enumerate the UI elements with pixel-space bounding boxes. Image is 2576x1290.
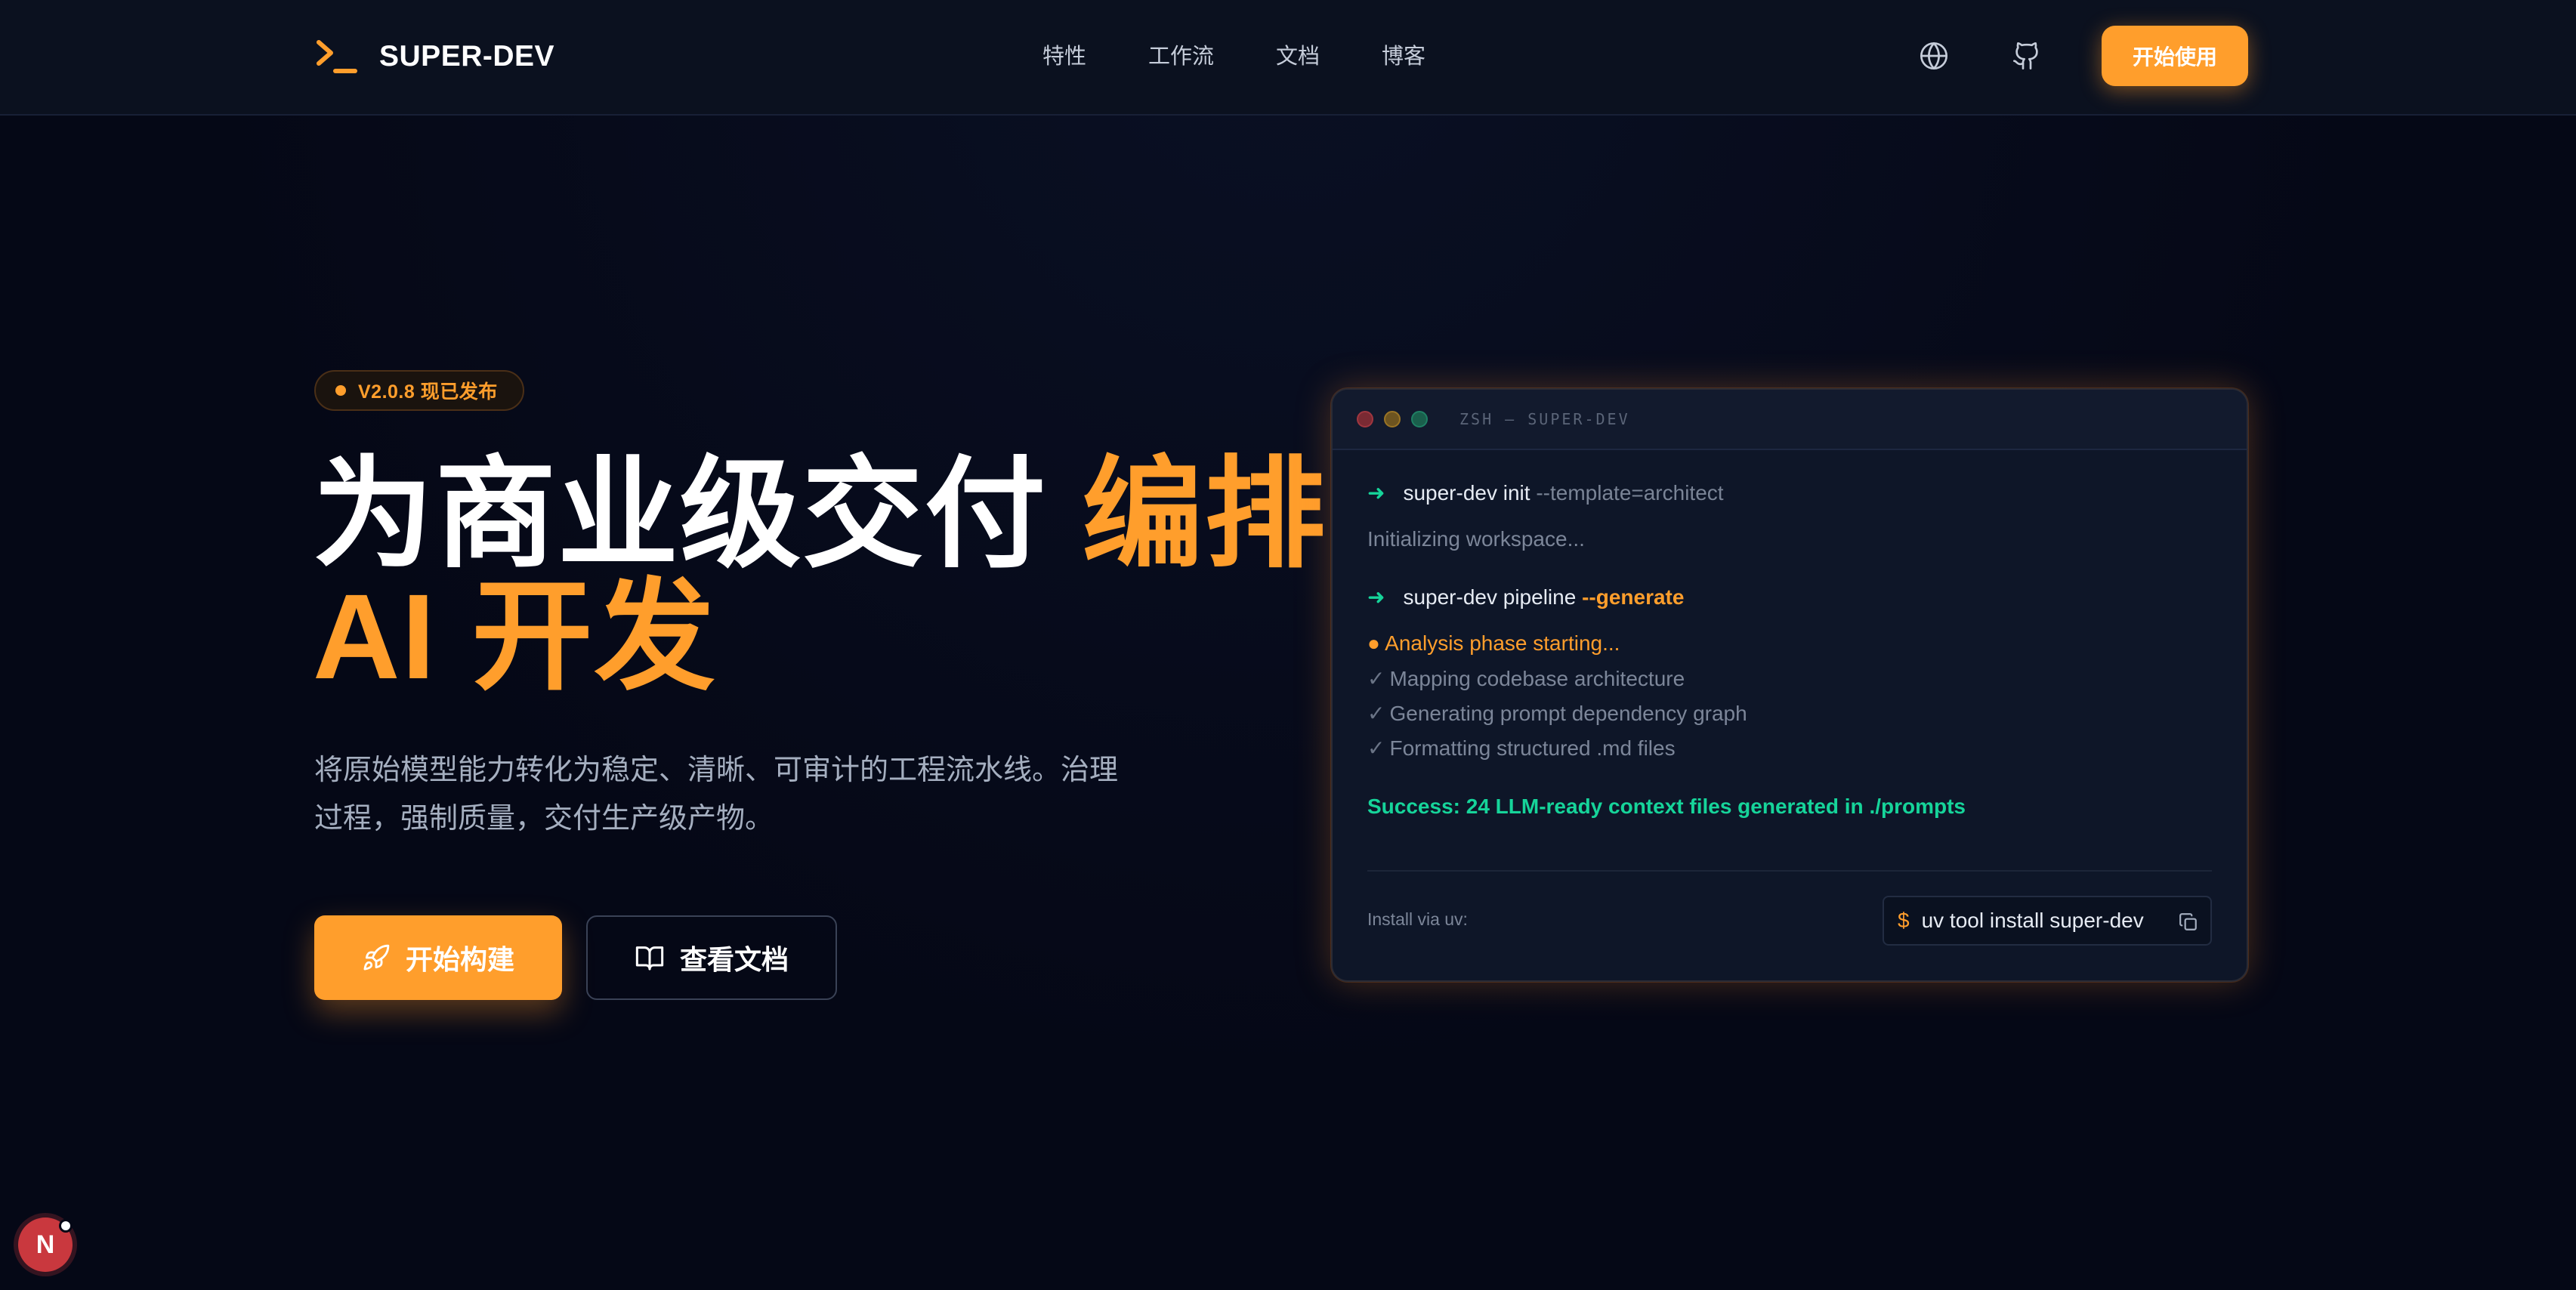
terminal-header: ZSH — SUPER-DEV <box>1333 390 2247 450</box>
terminal-prompt-icon <box>316 38 358 76</box>
nav-actions: 开始使用 <box>1916 26 2248 86</box>
badge-text: V2.0.8 现已发布 <box>358 381 498 403</box>
view-docs-button[interactable]: 查看文档 <box>586 915 837 1000</box>
version-badge[interactable]: V2.0.8 现已发布 <box>314 370 524 411</box>
checkmark-icon: ✓ <box>1367 667 1385 690</box>
checkmark-icon: ✓ <box>1367 736 1385 760</box>
globe-icon[interactable] <box>1916 38 1952 74</box>
terminal-check-3: ✓ Formatting structured .md files <box>1367 736 1676 761</box>
start-building-label: 开始构建 <box>405 944 514 975</box>
install-command: uv tool install super-dev <box>1921 909 2144 932</box>
install-prompt: $ <box>1898 909 1910 932</box>
hero-description-line1: 将原始模型能力转化为稳定、清晰、可审计的工程流水线。治理 <box>314 755 1119 786</box>
terminal-check-2: ✓ Generating prompt dependency graph <box>1367 701 1747 726</box>
terminal-line-init-cmd: ➜ super-dev init --template=architect <box>1367 480 1724 505</box>
status-dot-icon: ● <box>1367 631 1380 655</box>
check-text-2: Generating prompt dependency graph <box>1389 702 1747 725</box>
nav-links: 特性 工作流 文档 博客 <box>1042 39 1425 74</box>
hero-description: 将原始模型能力转化为稳定、清晰、可审计的工程流水线。治理 过程，强制质量，交付生… <box>314 746 1183 843</box>
start-building-button[interactable]: 开始构建 <box>314 915 562 1000</box>
terminal-line-pipeline-cmd: ➜ super-dev pipeline --generate <box>1367 585 1684 610</box>
hero-title: 为商业级交付 编排 AI 开发 <box>313 453 1327 698</box>
cmd-init-arg: --template=architect <box>1536 481 1724 505</box>
rocket-icon <box>363 944 390 971</box>
copy-icon[interactable] <box>2179 912 2198 936</box>
cmd-pipeline: super-dev pipeline <box>1403 585 1577 609</box>
analysis-text: Analysis phase starting... <box>1385 631 1620 655</box>
nav-link-workflow[interactable]: 工作流 <box>1148 39 1214 74</box>
nav-link-docs[interactable]: 文档 <box>1276 39 1320 74</box>
hero-title-orange-1: 编排 <box>1082 446 1327 582</box>
check-text-1: Mapping codebase architecture <box>1389 667 1685 690</box>
terminal-success-line: Success: 24 LLM-ready context files gene… <box>1367 795 1966 818</box>
checkmark-icon: ✓ <box>1367 702 1385 725</box>
window-maximize-dot[interactable] <box>1411 411 1428 427</box>
hero-title-orange-2: AI 开发 <box>313 569 717 704</box>
check-text-3: Formatting structured .md files <box>1389 736 1676 760</box>
window-minimize-dot[interactable] <box>1384 411 1401 427</box>
nav-link-blog[interactable]: 博客 <box>1382 39 1425 74</box>
page: SUPER-DEV 特性 工作流 文档 博客 开始使用 V2.0.8 现已发布 … <box>0 0 2576 1290</box>
terminal-title: ZSH — SUPER-DEV <box>1459 410 1630 428</box>
brand-name: SUPER-DEV <box>379 40 555 73</box>
nav-link-features[interactable]: 特性 <box>1042 39 1086 74</box>
terminal-check-1: ✓ Mapping codebase architecture <box>1367 666 1685 691</box>
terminal-divider <box>1367 870 2212 872</box>
hero-title-white: 为商业级交付 <box>313 446 1048 582</box>
view-docs-label: 查看文档 <box>679 944 789 975</box>
window-close-dot[interactable] <box>1357 411 1373 427</box>
github-icon[interactable] <box>2009 38 2045 74</box>
prompt-arrow-icon: ➜ <box>1367 481 1385 505</box>
book-open-icon <box>635 946 664 971</box>
install-label: Install via uv: <box>1367 909 1468 929</box>
top-nav: SUPER-DEV 特性 工作流 文档 博客 开始使用 <box>0 0 2576 116</box>
brand[interactable]: SUPER-DEV <box>316 33 554 80</box>
terminal-line-analysis: ● Analysis phase starting... <box>1367 631 1620 656</box>
install-command-box[interactable]: $ uv tool install super-dev <box>1883 896 2212 946</box>
notification-dot <box>59 1219 73 1233</box>
get-started-button[interactable]: 开始使用 <box>2102 26 2248 86</box>
badge-dot <box>335 385 346 396</box>
terminal-line-initializing: Initializing workspace... <box>1367 527 1585 551</box>
cmd-pipeline-flag: --generate <box>1582 585 1685 609</box>
terminal-window: ZSH — SUPER-DEV ➜ super-dev init --templa… <box>1331 388 2248 982</box>
hero-description-line2: 过程，强制质量，交付生产级产物。 <box>314 803 774 835</box>
prompt-arrow-icon: ➜ <box>1367 585 1385 609</box>
cmd-init: super-dev init <box>1403 481 1530 505</box>
